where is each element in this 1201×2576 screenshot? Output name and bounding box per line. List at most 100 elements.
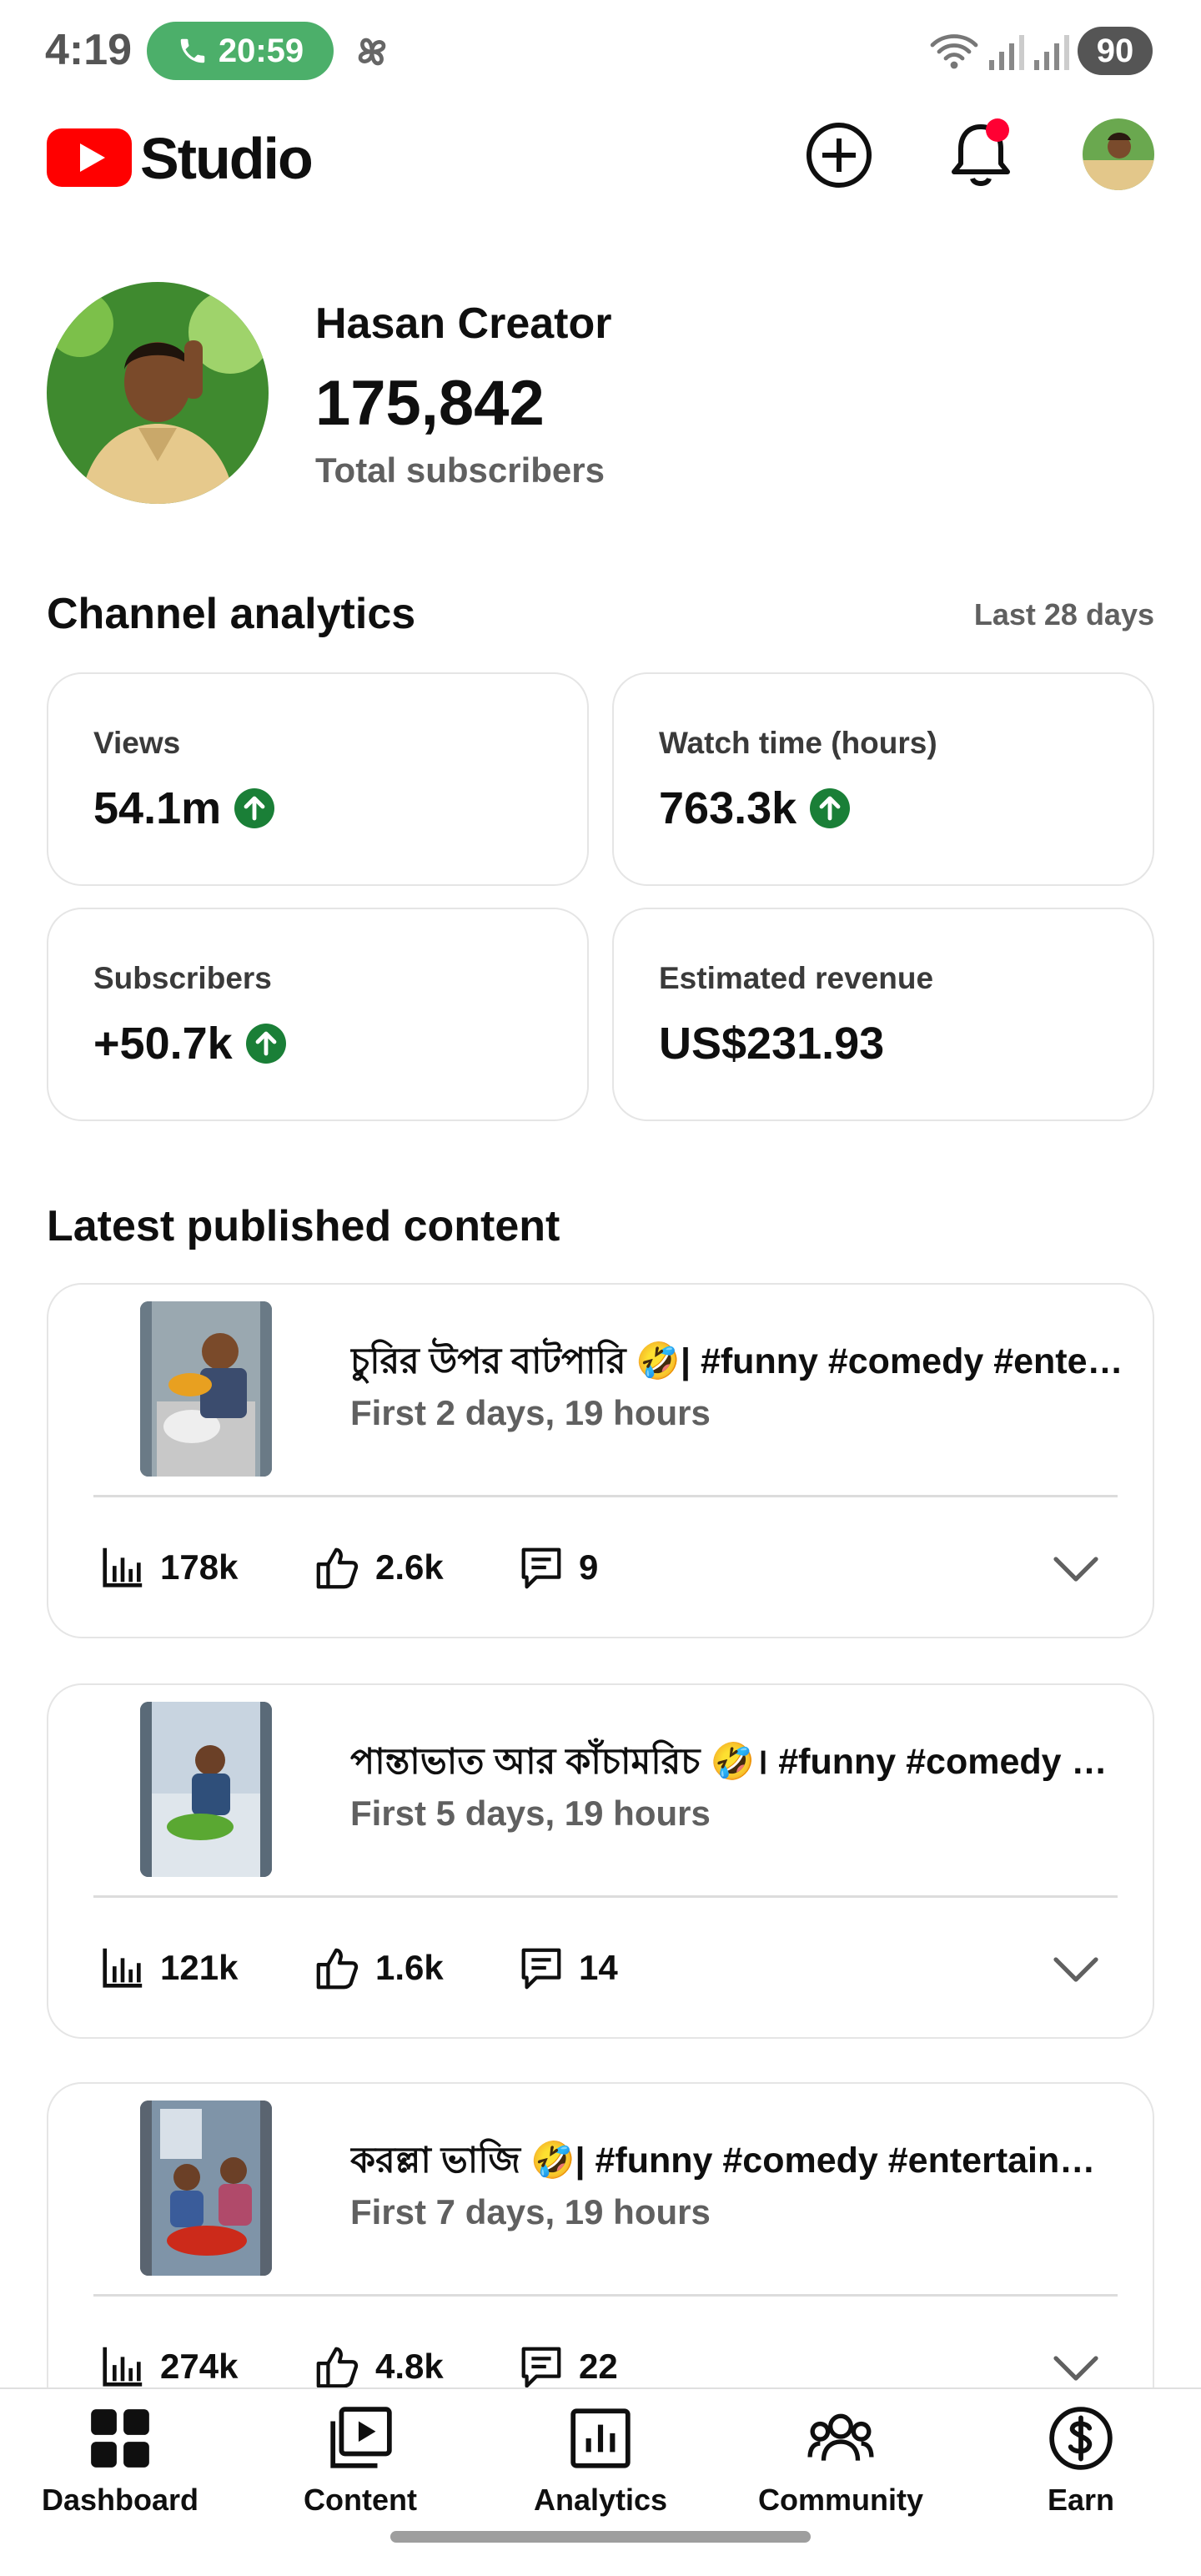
nav-label: Community — [758, 2483, 923, 2517]
wifi-icon — [930, 34, 978, 69]
nav-item-community[interactable]: Community — [732, 2404, 949, 2518]
home-indicator[interactable] — [390, 2531, 811, 2543]
chevron-down-icon[interactable] — [1051, 1548, 1101, 1590]
content-card[interactable]: পান্তাভাত আর কাঁচামরিচ 🤣। #funny #comedy… — [47, 1683, 1154, 2039]
latest-content-title: Latest published content — [47, 1202, 560, 1250]
chevron-down-icon[interactable] — [1051, 2347, 1101, 2389]
trend-up-icon — [245, 1024, 286, 1064]
stat-value: 763.3k — [659, 783, 797, 833]
total-subscriber-label: Total subscribers — [315, 450, 605, 490]
channel-avatar[interactable] — [47, 282, 269, 504]
stat-card-revenue[interactable]: Estimated revenue US$231.93 — [612, 908, 1154, 1121]
stat-value: +50.7k — [93, 1019, 233, 1069]
youtube-studio-dashboard: 4:19 20:59 90 Studio Hasan Creator 175,8… — [0, 0, 1201, 2576]
nav-item-analytics[interactable]: Analytics — [492, 2404, 709, 2518]
likes-metric: 2.6k — [314, 1543, 444, 1592]
stat-card-views[interactable]: Views 54.1m — [47, 672, 589, 886]
nav-item-content[interactable]: Content — [252, 2404, 469, 2518]
content-card[interactable]: চুরির উপর বাটপারি 🤣| #funny #comedy #ent… — [47, 1283, 1154, 1638]
views-metric: 121k — [98, 1944, 238, 1992]
stat-value-row: 54.1m — [93, 782, 276, 834]
video-age: First 2 days, 19 hours — [350, 1393, 711, 1432]
video-thumbnail[interactable] — [140, 1702, 272, 1877]
app-title: Studio — [140, 126, 314, 191]
likes-metric: 4.8k — [314, 2342, 444, 2391]
account-avatar[interactable] — [1083, 118, 1154, 190]
stat-label: Watch time (hours) — [659, 726, 937, 760]
signal-icon — [989, 35, 1024, 70]
nav-label: Content — [304, 2483, 417, 2517]
call-duration: 20:59 — [218, 32, 304, 69]
like-icon — [316, 1948, 359, 1990]
views-value: 121k — [160, 1948, 239, 1987]
youtube-logo[interactable] — [47, 128, 132, 187]
views-chart-icon — [103, 2347, 143, 2387]
nav-label: Analytics — [533, 2483, 668, 2517]
stat-value-row: 763.3k — [659, 782, 852, 834]
content-icon — [330, 2407, 392, 2468]
dashboard-icon — [91, 2409, 149, 2468]
comments-value: 22 — [579, 2347, 618, 2386]
earn-icon — [1049, 2407, 1113, 2470]
video-thumbnail[interactable] — [140, 1301, 272, 1477]
analytics-period[interactable]: Last 28 days — [974, 597, 1154, 632]
comment-icon — [521, 1547, 561, 1589]
status-time: 4:19 — [45, 26, 133, 74]
comments-metric: 9 — [517, 1543, 598, 1592]
views-metric: 178k — [98, 1543, 238, 1592]
content-card[interactable]: করল্লা ভাজি 🤣| #funny #comedy #entertain… — [47, 2082, 1154, 2438]
likes-value: 4.8k — [375, 2347, 444, 2386]
divider — [93, 1495, 1118, 1497]
community-icon — [807, 2413, 874, 2461]
views-value: 178k — [160, 1547, 239, 1587]
nav-label: Dashboard — [41, 2483, 199, 2517]
comment-icon — [521, 1948, 561, 1990]
nav-label: Earn — [1047, 2483, 1115, 2517]
stat-label: Views — [93, 726, 181, 760]
video-age: First 7 days, 19 hours — [350, 2192, 711, 2231]
divider — [93, 2294, 1118, 2297]
signal-icon — [1034, 35, 1069, 70]
create-icon[interactable] — [804, 120, 874, 190]
video-thumbnail[interactable] — [140, 2101, 272, 2276]
divider — [93, 1895, 1118, 1898]
comment-icon — [521, 2347, 561, 2388]
notifications-icon[interactable] — [946, 117, 1016, 192]
analytics-icon — [570, 2408, 631, 2468]
like-icon — [316, 1547, 359, 1589]
views-chart-icon — [103, 1948, 143, 1988]
views-value: 274k — [160, 2347, 239, 2386]
likes-value: 1.6k — [375, 1948, 444, 1987]
bottom-navigation: Dashboard Content Analytics Community Ea… — [0, 2387, 1201, 2576]
trend-up-icon — [234, 788, 275, 828]
channel-analytics-title: Channel analytics — [47, 590, 416, 638]
status-bar: 4:19 20:59 90 — [0, 0, 1201, 107]
video-title[interactable]: করল্লা ভাজি 🤣| #funny #comedy #entertain… — [350, 2134, 1126, 2193]
nav-item-dashboard[interactable]: Dashboard — [12, 2404, 229, 2518]
likes-metric: 1.6k — [314, 1944, 444, 1992]
battery-indicator: 90 — [1078, 27, 1153, 75]
stat-value-row: US$231.93 — [659, 1018, 884, 1069]
video-title[interactable]: চুরির উপর বাটপারি 🤣| #funny #comedy #ent… — [350, 1335, 1126, 1394]
video-age: First 5 days, 19 hours — [350, 1794, 711, 1833]
stat-card-watch-time[interactable]: Watch time (hours) 763.3k — [612, 672, 1154, 886]
comments-value: 9 — [579, 1547, 599, 1587]
nav-item-earn[interactable]: Earn — [972, 2404, 1189, 2518]
total-subscriber-count: 175,842 — [315, 368, 545, 439]
stat-card-subscribers[interactable]: Subscribers +50.7k — [47, 908, 589, 1121]
ongoing-call-pill[interactable]: 20:59 — [147, 22, 334, 80]
comments-metric: 22 — [517, 2342, 618, 2391]
views-chart-icon — [103, 1547, 143, 1587]
likes-value: 2.6k — [375, 1547, 444, 1587]
trend-up-icon — [810, 788, 851, 828]
like-icon — [316, 2347, 359, 2388]
stat-value-row: +50.7k — [93, 1018, 288, 1069]
stat-label: Subscribers — [93, 961, 272, 995]
chevron-down-icon[interactable] — [1051, 1949, 1101, 1990]
stat-value: US$231.93 — [659, 1019, 885, 1069]
pinwheel-icon — [358, 38, 386, 66]
video-title[interactable]: পান্তাভাত আর কাঁচামরিচ 🤣। #funny #comedy… — [350, 1735, 1126, 1794]
comments-metric: 14 — [517, 1944, 618, 1992]
comments-value: 14 — [579, 1948, 618, 1987]
stat-label: Estimated revenue — [659, 961, 934, 995]
